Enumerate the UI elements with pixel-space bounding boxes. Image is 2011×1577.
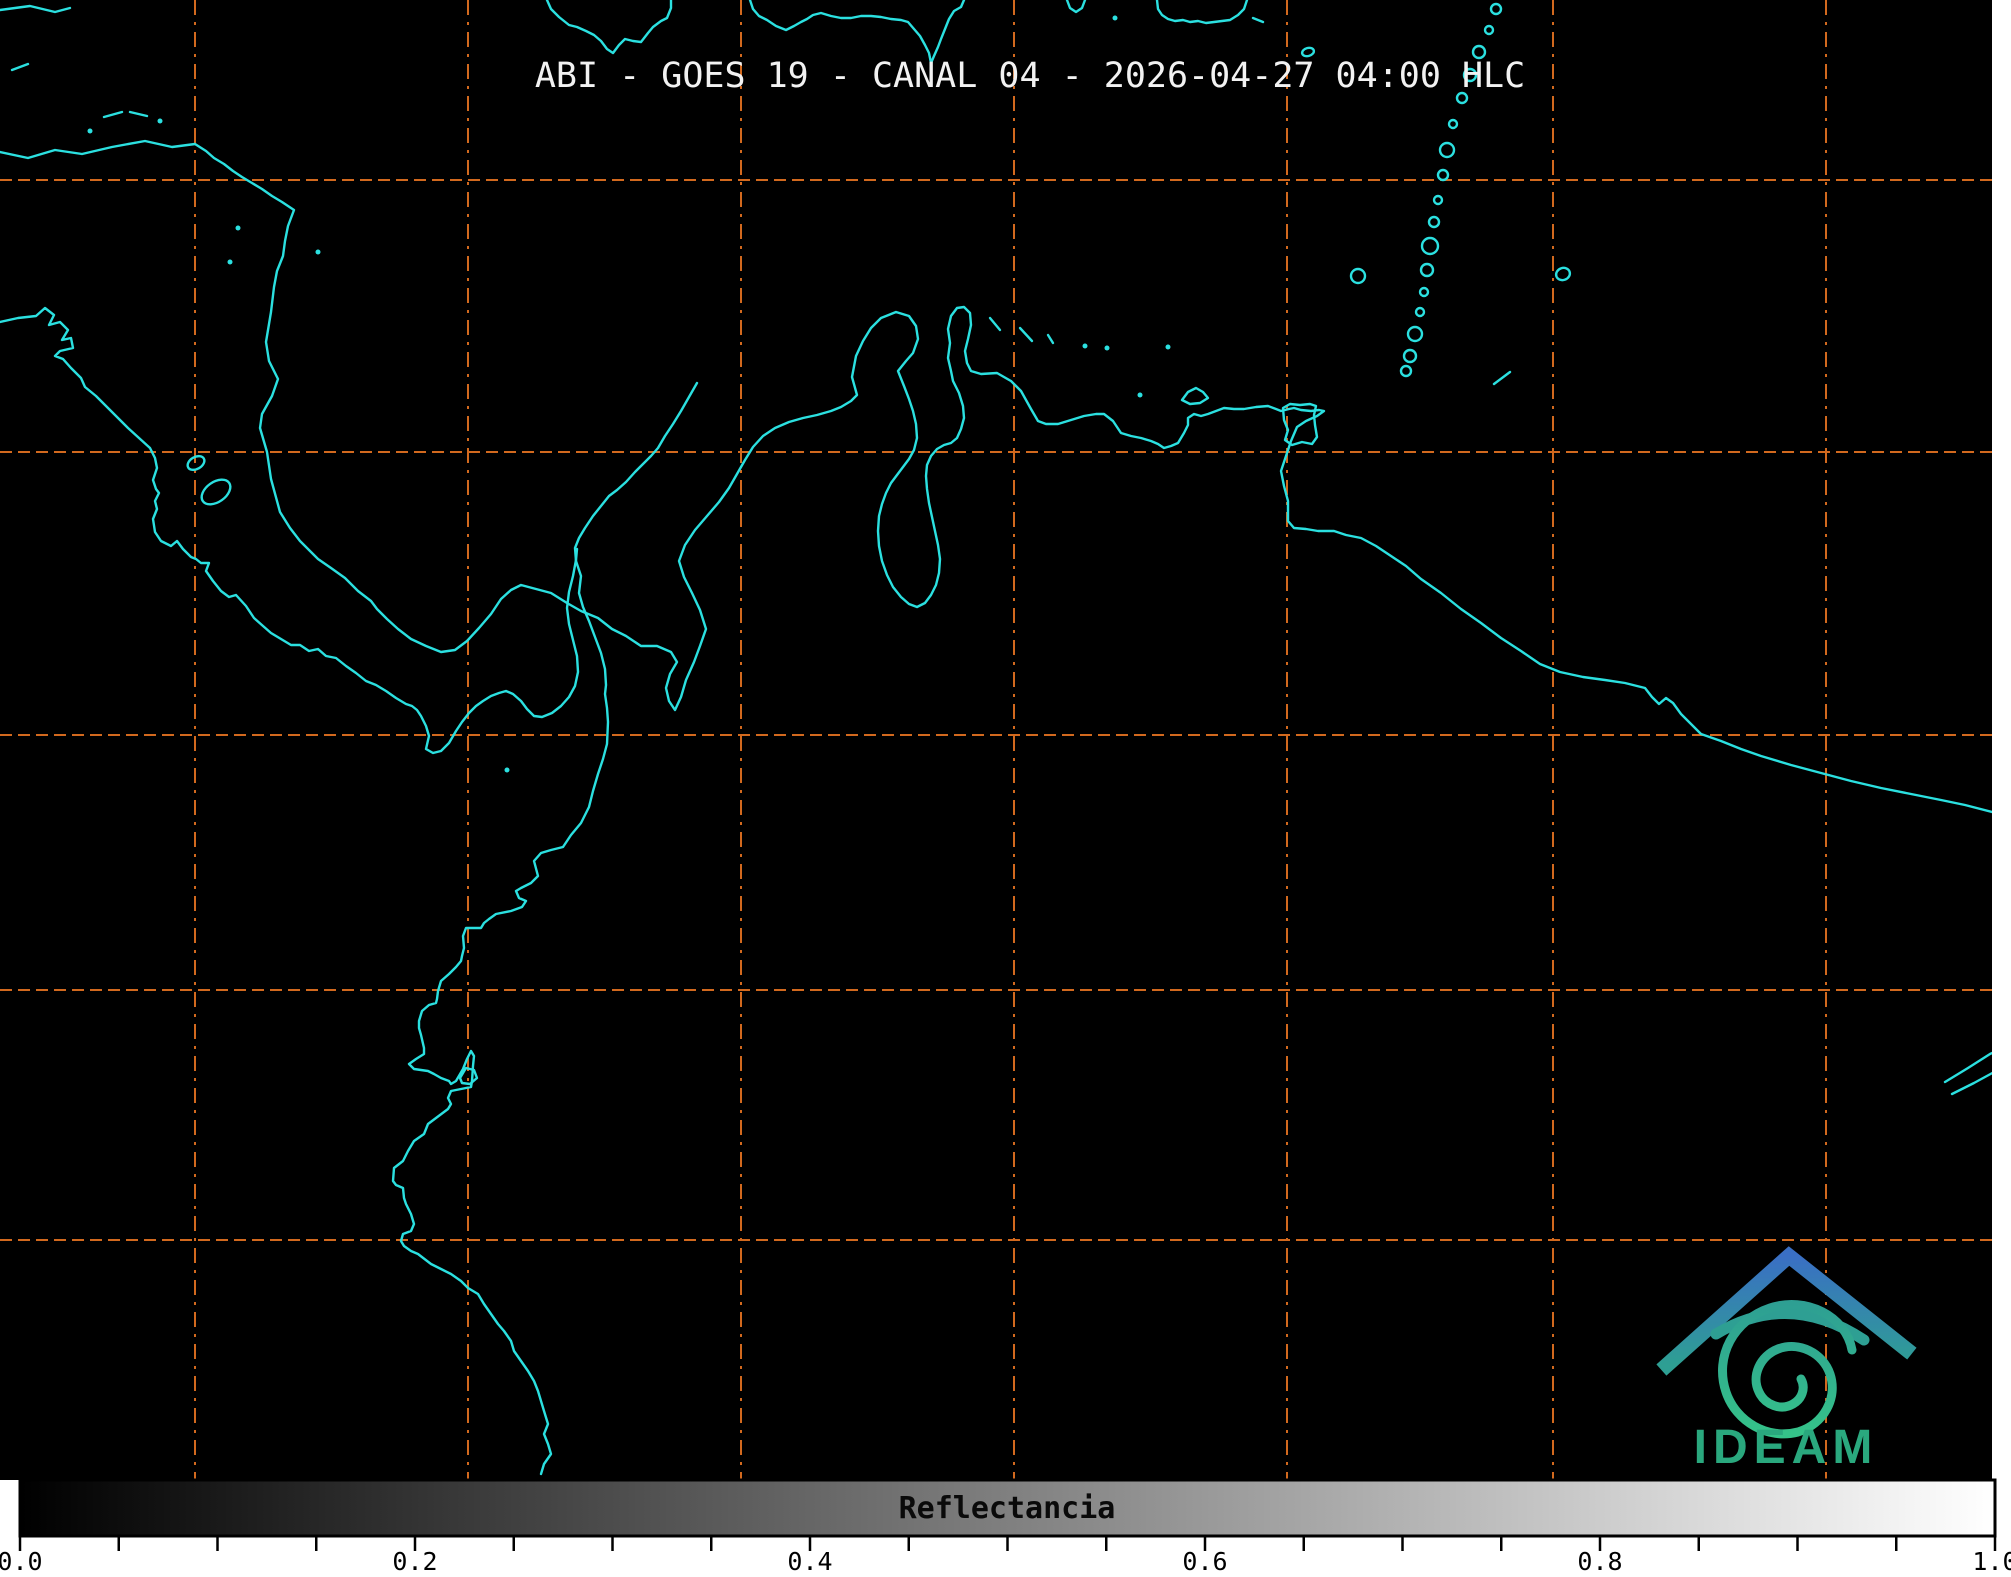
islet-dot: [504, 767, 510, 773]
image-title: ABI - GOES 19 - CANAL 04 - 2026-04-27 04…: [535, 56, 1525, 96]
colorbar-tick-label: 1.0: [1972, 1547, 2011, 1576]
colorbar-tick-label: 0.6: [1182, 1547, 1227, 1576]
colorbar-tick-label: 0.2: [392, 1547, 437, 1576]
islet-dot: [87, 128, 93, 134]
colorbar-tick-label: 0.4: [787, 1547, 832, 1576]
logo-wordmark: IDEAM: [1694, 1421, 1879, 1474]
islet-dot: [1137, 392, 1143, 398]
islet-dot: [1082, 343, 1088, 349]
islet-dot: [157, 118, 163, 124]
satellite-image-canvas: ABI - GOES 19 - CANAL 04 - 2026-04-27 04…: [0, 0, 2011, 1577]
islet-dot: [1104, 345, 1110, 351]
colorbar-tick-label: 0.0: [0, 1547, 43, 1576]
colorbar-ticks: [18, 1537, 1997, 1551]
colorbar-tick-label: 0.8: [1577, 1547, 1622, 1576]
map-background: [0, 0, 1992, 1480]
islet-dot: [1112, 15, 1118, 21]
islet-dot: [315, 249, 321, 255]
colorbar-title: Reflectancia: [899, 1491, 1116, 1526]
islet-dot: [235, 225, 241, 231]
islet-dot: [227, 259, 233, 265]
islet-dot: [1165, 344, 1171, 350]
